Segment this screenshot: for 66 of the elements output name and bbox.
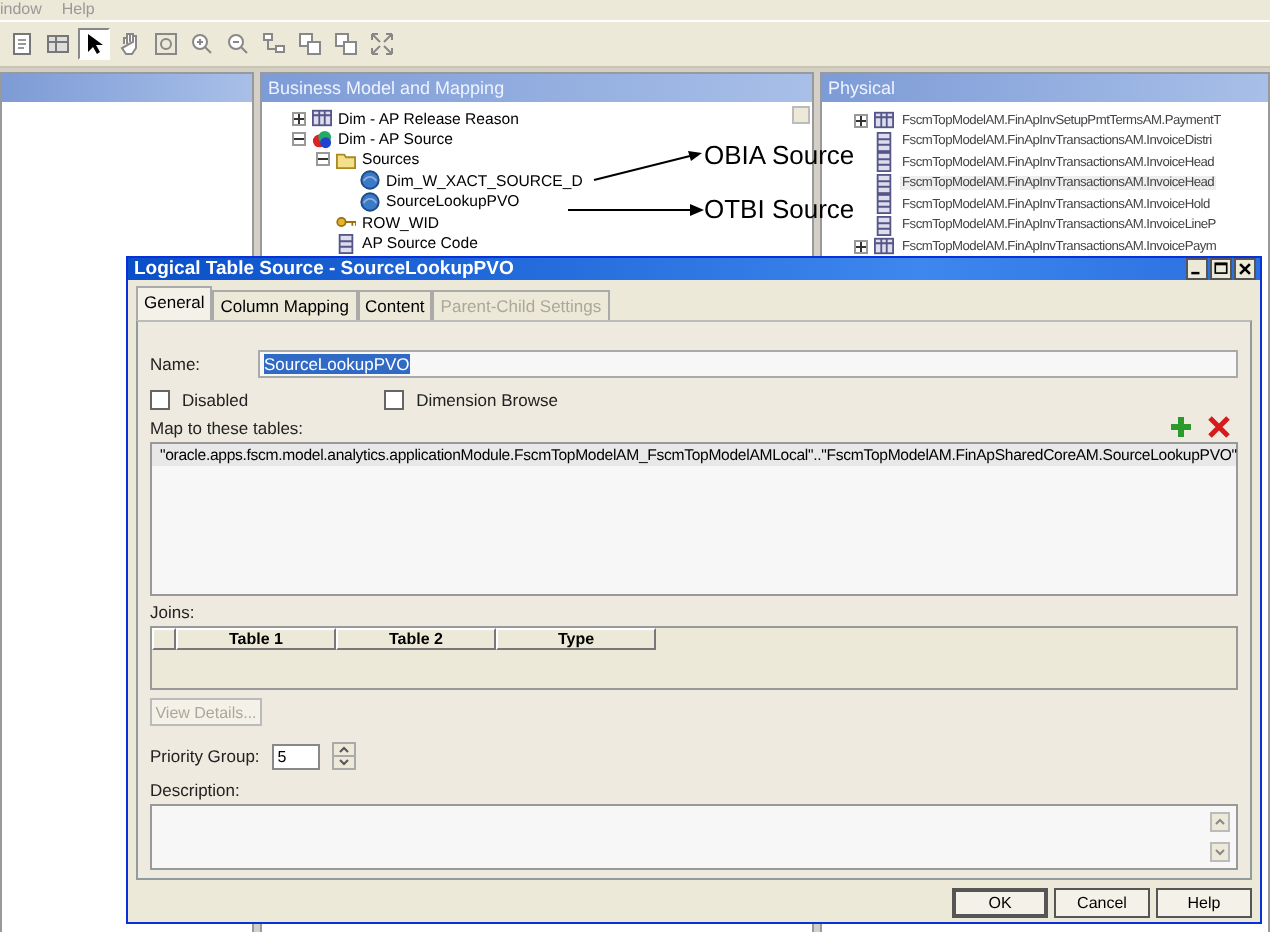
copy-icon [334, 32, 358, 56]
expand-icon [370, 32, 394, 56]
arrow [568, 202, 704, 218]
maximize-icon[interactable] [1210, 258, 1232, 280]
expander-icon[interactable] [854, 239, 868, 254]
column-header[interactable]: Type [496, 628, 656, 650]
table-icon [874, 152, 894, 173]
annotation-label: OTBI Source [704, 194, 855, 224]
name-field[interactable]: SourceLookupPVO [258, 350, 1238, 378]
source-icon [360, 170, 380, 191]
expand-icon[interactable] [292, 111, 306, 126]
priority-field[interactable]: 5 [271, 743, 320, 769]
zoom-in-icon [190, 32, 214, 56]
tab[interactable]: General [136, 286, 213, 320]
spinner-icon[interactable] [331, 742, 356, 770]
collapse-icon[interactable] [292, 132, 306, 147]
arrow [592, 148, 704, 184]
toolbar-button[interactable] [78, 28, 110, 60]
copy-icon [298, 32, 322, 56]
field-label: Name: [150, 354, 203, 374]
field-label: Description: [150, 780, 242, 800]
table-icon [874, 173, 894, 194]
tab[interactable]: Column Mapping [212, 290, 358, 320]
folder-icon [336, 149, 356, 170]
table-icon [874, 236, 894, 257]
pointer-icon [82, 32, 106, 56]
scroll-down-icon[interactable] [1210, 842, 1230, 862]
table-icon [874, 194, 894, 215]
table-icon [312, 108, 332, 129]
dialog-button[interactable]: Help [1156, 888, 1252, 918]
source-icon [360, 191, 380, 212]
checkbox-label: Dimension Browse [416, 390, 558, 410]
dialog-button[interactable]: Cancel [1054, 888, 1150, 918]
annotation-label: OBIA Source [704, 140, 855, 170]
pane-title: Business Model and Mapping [262, 74, 812, 102]
dialog-button[interactable]: OK [952, 888, 1048, 918]
section-label: Joins: [150, 602, 197, 622]
close-icon[interactable] [1234, 258, 1256, 280]
zoom-out-icon [226, 32, 250, 56]
checkbox[interactable] [384, 390, 405, 410]
table-icon [874, 110, 894, 131]
page-icon [10, 32, 34, 56]
tab[interactable]: Content [357, 290, 433, 320]
column-icon [336, 233, 356, 254]
fit-icon [154, 32, 178, 56]
collapse-icon[interactable] [316, 152, 330, 167]
hand-icon [118, 32, 142, 56]
minimize-icon[interactable] [1186, 258, 1208, 280]
dialog-title: Logical Table Source - SourceLookupPVO [134, 258, 516, 280]
table-icon [874, 215, 894, 236]
field-label: Priority Group: [150, 746, 260, 766]
arrange-icon [262, 32, 286, 56]
checkbox-label: Disabled [182, 390, 249, 410]
column-header[interactable]: Table 2 [336, 628, 496, 650]
cube-icon [312, 129, 332, 150]
description-field[interactable] [150, 804, 1238, 870]
key-icon [336, 212, 356, 233]
pane-title: Physical [822, 74, 1268, 102]
section-label: Map to these tables: [150, 418, 304, 438]
delete-icon[interactable] [1208, 416, 1230, 438]
grid-icon [46, 32, 70, 56]
column-header[interactable]: Table 1 [176, 628, 336, 650]
table-icon [874, 131, 894, 152]
add-icon[interactable] [1170, 416, 1192, 438]
expander-icon[interactable] [854, 113, 868, 128]
checkbox[interactable] [150, 390, 170, 410]
